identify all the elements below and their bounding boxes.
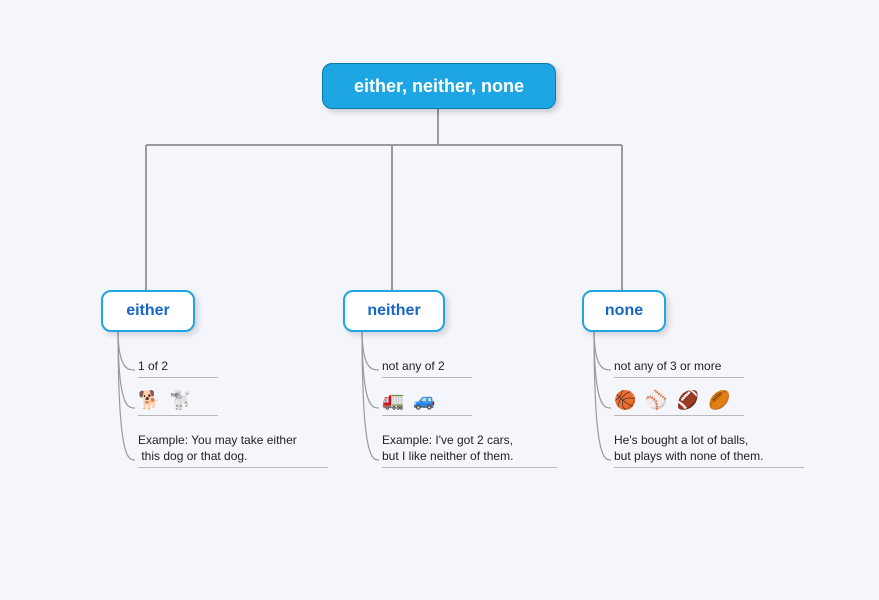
root-node[interactable]: either, neither, none xyxy=(322,63,556,109)
leaf-neither-example: Example: I've got 2 cars, but I like nei… xyxy=(382,432,557,468)
leaf-either-definition: 1 of 2 xyxy=(138,358,218,378)
leaf-none-definition: not any of 3 or more xyxy=(614,358,744,378)
branch-label: neither xyxy=(367,302,420,320)
branch-label: none xyxy=(605,302,643,320)
branch-label: either xyxy=(126,302,170,320)
leaf-none-icons: 🏀 ⚾ 🏈 🏉 xyxy=(614,388,744,416)
branch-node-neither[interactable]: neither xyxy=(343,290,445,332)
leaf-neither-icons: 🚛 🚙 xyxy=(382,388,472,416)
leaf-either-icons: 🐕 🐩 xyxy=(138,388,218,416)
leaf-none-example: He's bought a lot of balls, but plays wi… xyxy=(614,432,804,468)
branch-node-none[interactable]: none xyxy=(582,290,666,332)
branch-node-either[interactable]: either xyxy=(101,290,195,332)
root-title: either, neither, none xyxy=(354,76,524,97)
leaf-either-example: Example: You may take either this dog or… xyxy=(138,432,328,468)
leaf-neither-definition: not any of 2 xyxy=(382,358,472,378)
